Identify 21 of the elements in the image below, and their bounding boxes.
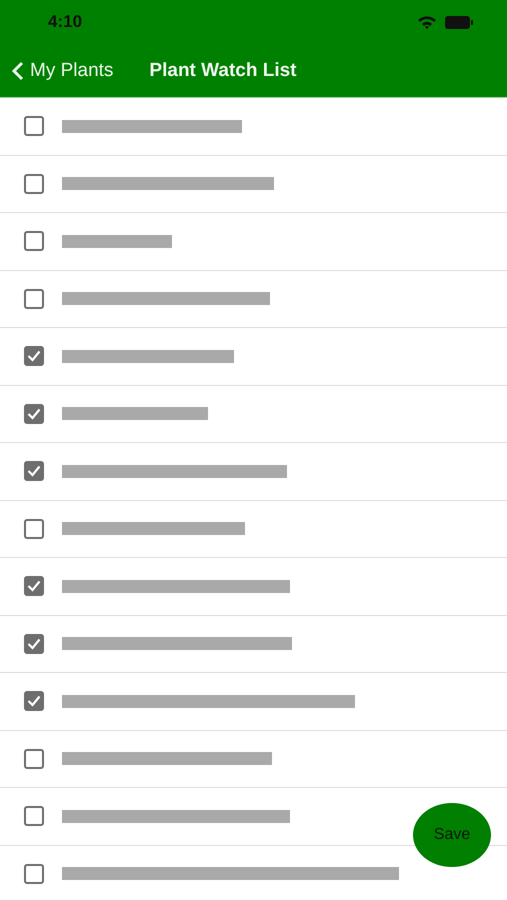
screen-title: Plant Watch List <box>149 60 297 82</box>
checkbox[interactable] <box>24 288 44 309</box>
checkbox[interactable] <box>24 346 44 366</box>
save-button[interactable]: Save <box>413 803 491 867</box>
checkbox[interactable] <box>24 231 44 252</box>
checkbox[interactable] <box>24 691 44 712</box>
checkbox[interactable] <box>24 518 44 539</box>
checkbox[interactable] <box>24 864 44 884</box>
checkbox[interactable] <box>24 576 44 596</box>
checkbox[interactable] <box>24 748 44 769</box>
checkbox[interactable] <box>24 174 44 194</box>
checkbox[interactable] <box>24 806 44 826</box>
status-time: 4:10 <box>48 12 82 32</box>
checkbox[interactable] <box>24 404 44 424</box>
wifi-icon <box>417 15 437 29</box>
back-button[interactable]: My Plants <box>12 60 114 82</box>
checkbox[interactable] <box>24 461 44 482</box>
checkbox[interactable] <box>24 116 44 136</box>
checkbox[interactable] <box>24 634 44 654</box>
battery-icon <box>445 16 473 28</box>
chevron-left-icon <box>12 60 24 80</box>
